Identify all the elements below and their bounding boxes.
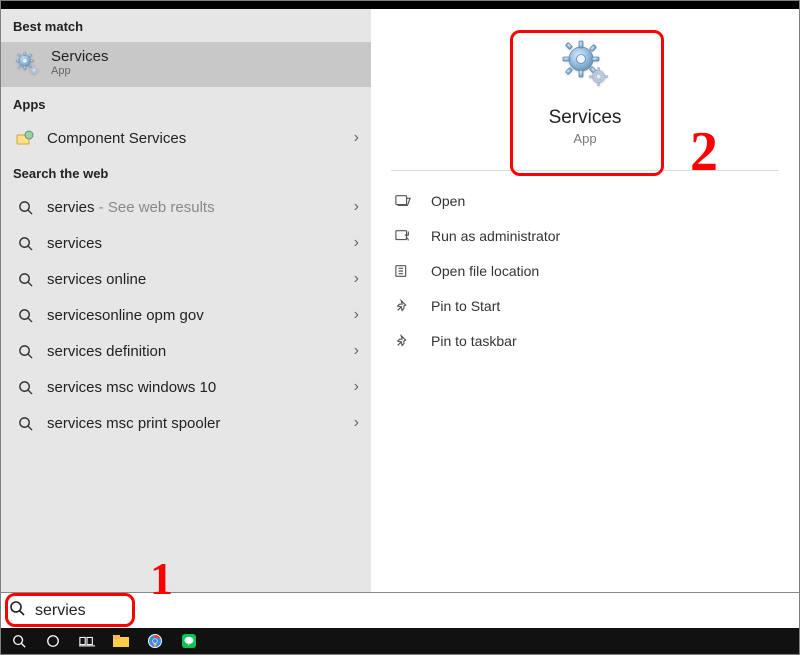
- results-left-column: Best match: [1, 9, 371, 592]
- action-label: Open: [417, 193, 465, 209]
- search-icon: [13, 380, 37, 395]
- web-result-item[interactable]: services›: [1, 225, 371, 261]
- search-icon: [13, 308, 37, 323]
- chevron-right-icon: ›: [354, 342, 359, 360]
- web-result-label: services online: [37, 271, 354, 288]
- best-match-subtitle: App: [51, 65, 109, 77]
- section-best-match: Best match: [1, 9, 371, 42]
- search-icon: [13, 272, 37, 287]
- web-result-item[interactable]: services msc windows 10›: [1, 369, 371, 405]
- detail-subtitle: App: [573, 131, 596, 146]
- file-explorer-icon[interactable]: [113, 633, 129, 649]
- section-apps: Apps: [1, 87, 371, 120]
- search-input[interactable]: [29, 602, 791, 620]
- detail-action-pin-to-taskbar[interactable]: Pin to taskbar: [371, 323, 799, 358]
- best-match-item[interactable]: Services App: [1, 42, 371, 87]
- search-icon: [9, 600, 29, 621]
- detail-separator: [391, 170, 779, 171]
- search-icon: [13, 344, 37, 359]
- folder-icon: [395, 264, 417, 278]
- search-icon: [13, 416, 37, 431]
- chevron-right-icon: ›: [354, 414, 359, 432]
- search-icon: [13, 200, 37, 215]
- chevron-right-icon: ›: [354, 378, 359, 396]
- search-icon: [13, 236, 37, 251]
- action-label: Pin to taskbar: [417, 333, 517, 349]
- apps-item-label: Component Services: [37, 130, 354, 147]
- detail-pane: Services App OpenRun as administratorOpe…: [371, 9, 799, 592]
- web-result-label: servies - See web results: [37, 199, 354, 216]
- detail-title: Services: [549, 107, 622, 129]
- action-label: Open file location: [417, 263, 539, 279]
- line-app-icon[interactable]: [181, 633, 197, 649]
- web-result-item[interactable]: services online›: [1, 261, 371, 297]
- detail-actions-list: Open Run as administrator Open file locati…: [371, 177, 799, 358]
- best-match-text: Services App: [51, 48, 109, 77]
- search-results-panel: Best match: [1, 9, 799, 592]
- web-result-item[interactable]: services definition›: [1, 333, 371, 369]
- chevron-right-icon: ›: [354, 270, 359, 288]
- detail-action-pin-to-start[interactable]: Pin to Start: [371, 288, 799, 323]
- detail-action-run-as-administrator[interactable]: Run as administrator: [371, 218, 799, 253]
- best-match-title: Services: [51, 48, 109, 65]
- search-taskbar-icon[interactable]: [11, 633, 27, 649]
- detail-header: Services App: [371, 9, 799, 162]
- web-result-label: services msc windows 10: [37, 379, 354, 396]
- chevron-right-icon: ›: [354, 198, 359, 216]
- services-gear-icon: [13, 49, 41, 77]
- apps-item-component-services[interactable]: Component Services ›: [1, 120, 371, 156]
- pin-icon: [395, 299, 417, 313]
- web-result-item[interactable]: services msc print spooler›: [1, 405, 371, 441]
- chevron-right-icon: ›: [354, 129, 359, 147]
- web-result-label: services: [37, 235, 354, 252]
- admin-icon: [395, 229, 417, 243]
- cortana-icon[interactable]: [45, 633, 61, 649]
- chevron-right-icon: ›: [354, 306, 359, 324]
- pin-icon: [395, 334, 417, 348]
- chrome-icon[interactable]: [147, 633, 163, 649]
- detail-app-icon: [561, 39, 609, 87]
- detail-action-open[interactable]: Open: [371, 183, 799, 218]
- taskbar: [1, 628, 799, 654]
- section-search-web: Search the web: [1, 156, 371, 189]
- web-result-item[interactable]: servies - See web results›: [1, 189, 371, 225]
- web-result-label: services definition: [37, 343, 354, 360]
- web-result-item[interactable]: servicesonline opm gov›: [1, 297, 371, 333]
- open-icon: [395, 194, 417, 208]
- search-bar[interactable]: [1, 592, 799, 628]
- action-label: Pin to Start: [417, 298, 500, 314]
- detail-action-open-file-location[interactable]: Open file location: [371, 253, 799, 288]
- task-view-icon[interactable]: [79, 633, 95, 649]
- action-label: Run as administrator: [417, 228, 560, 244]
- titlebar-strip: [1, 1, 799, 9]
- chevron-right-icon: ›: [354, 234, 359, 252]
- component-services-icon: [13, 129, 37, 147]
- web-result-label: servicesonline opm gov: [37, 307, 354, 324]
- web-result-label: services msc print spooler: [37, 415, 354, 432]
